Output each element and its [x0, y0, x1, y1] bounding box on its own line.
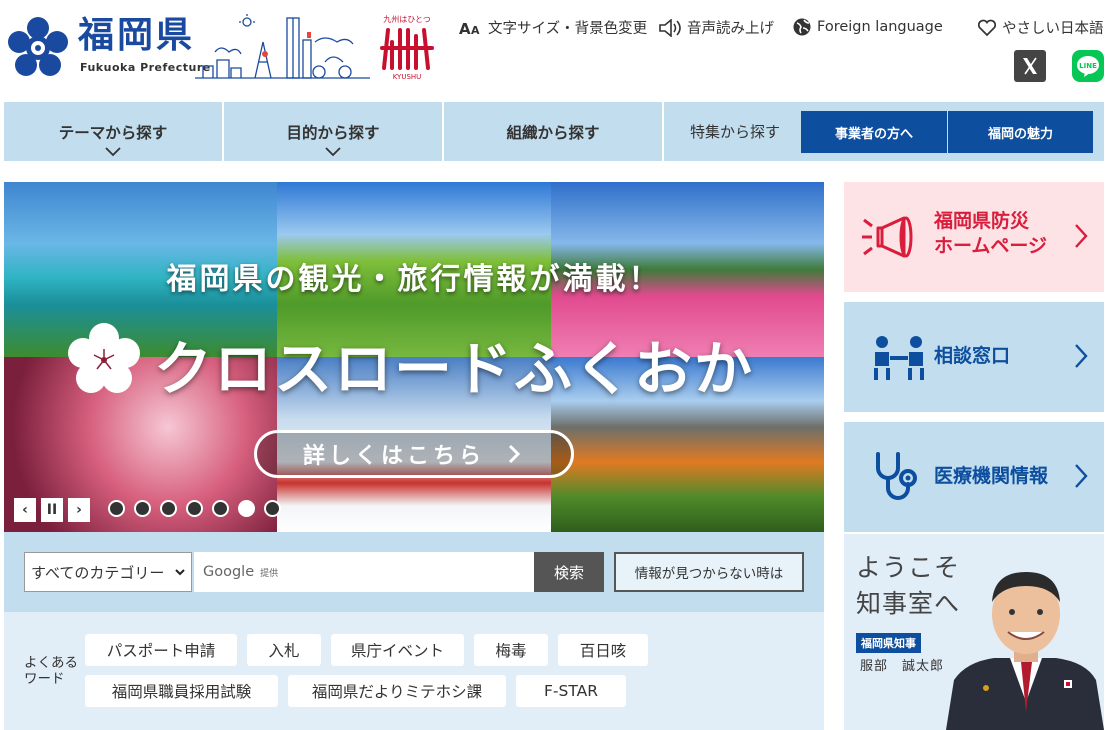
font-size-icon: AA	[459, 20, 480, 37]
carousel-dot[interactable]	[108, 500, 125, 517]
keyword-chip[interactable]: 梅毒	[474, 634, 548, 666]
site-header: 福岡県 Fukuoka Prefecture 九州はひとつ KYUSHU A A…	[0, 0, 1107, 100]
font-size-label: 文字サイズ・背景色変更	[488, 21, 648, 37]
governor-portrait	[946, 572, 1104, 730]
chevron-down-icon	[175, 569, 185, 576]
search-band: すべてのカテゴリー Google 提供 検索 情報が見つからない時は	[4, 532, 824, 612]
chevron-right-icon	[508, 444, 521, 464]
disaster-label-line1: 福岡県防災	[934, 210, 1030, 232]
governor-welcome-line1: ようこそ	[856, 553, 961, 582]
stethoscope-icon	[876, 452, 917, 500]
governor-welcome: ようこそ 知事室へ	[856, 550, 960, 622]
city-illustration-icon	[195, 14, 370, 79]
medical-info-card[interactable]: 医療機関情報	[844, 422, 1104, 532]
hero-detail-button[interactable]: 詳しくはこちら	[254, 430, 574, 478]
foreign-language-link[interactable]: Foreign language	[792, 17, 943, 37]
keyword-chip[interactable]: 入札	[247, 634, 321, 666]
nav-organization-label: 組織から探す	[506, 123, 600, 142]
globe-icon	[793, 18, 811, 36]
medical-info-label: 医療機関情報	[934, 465, 1049, 487]
search-placeholder-suffix: 提供	[260, 568, 279, 579]
speech-link[interactable]: 音声読み上げ	[658, 17, 774, 38]
x-button[interactable]	[1014, 50, 1046, 82]
not-found-button[interactable]: 情報が見つからない時は	[614, 552, 804, 592]
svg-text:九州はひとつ: 九州はひとつ	[383, 15, 430, 24]
keyword-chip[interactable]: 県庁イベント	[331, 634, 464, 666]
easy-japanese-link[interactable]: やさしい日本語	[977, 17, 1104, 38]
governor-office-card[interactable]: ようこそ 知事室へ 福岡県知事 服部 誠太郎	[844, 534, 1104, 730]
nav-divider	[662, 102, 664, 161]
governor-badge: 福岡県知事	[856, 633, 921, 653]
svg-text:LINE: LINE	[1079, 62, 1097, 70]
governor-name: 服部 誠太郎	[860, 659, 945, 674]
carousel-dot[interactable]	[238, 500, 255, 517]
chevron-right-icon	[1075, 344, 1088, 368]
line-button[interactable]: LINE	[1072, 50, 1104, 82]
category-select[interactable]: すべてのカテゴリー	[24, 552, 192, 592]
carousel-dot[interactable]	[264, 500, 281, 517]
nav-organization[interactable]: 組織から探す	[444, 102, 662, 161]
heart-icon	[977, 19, 997, 36]
hero-name: クロスロードふくおか	[154, 335, 755, 403]
search-input[interactable]: Google 提供	[194, 552, 534, 592]
disaster-prevention-label: 福岡県防災 ホームページ	[934, 209, 1047, 259]
chevron-right-icon	[1075, 464, 1088, 488]
keyword-chip[interactable]: 百日咳	[558, 634, 648, 666]
chevron-down-icon	[105, 147, 121, 157]
disaster-label-line2: ホームページ	[934, 235, 1048, 257]
svg-text:A: A	[459, 20, 471, 37]
carousel-pause-button[interactable]: II	[41, 498, 63, 522]
speaker-icon	[659, 18, 681, 37]
fukuoka-appeal-button[interactable]: 福岡の魅力	[948, 111, 1093, 153]
prefecture-logo-icon[interactable]	[6, 16, 70, 80]
svg-text:A: A	[471, 24, 480, 37]
consultation-card[interactable]: 相談窓口	[844, 302, 1104, 412]
nav-theme-label: テーマから探す	[58, 123, 168, 142]
kyushu-logo-icon[interactable]: 九州はひとつ KYUSHU	[378, 12, 436, 82]
keyword-label: よくあるワード	[24, 655, 78, 687]
keyword-band: よくあるワード パスポート申請 入札 県庁イベント 梅毒 百日咳 福岡県職員採用…	[4, 612, 824, 730]
governor-welcome-line2: 知事室へ	[856, 589, 961, 618]
megaphone-icon	[862, 216, 913, 258]
hero-cta-label: 詳しくはこちら	[302, 444, 485, 469]
search-button[interactable]: 検索	[534, 552, 604, 592]
disaster-prevention-card[interactable]: 福岡県防災 ホームページ	[844, 182, 1104, 292]
carousel-dot[interactable]	[134, 500, 151, 517]
hero-carousel[interactable]: 福岡県の観光・旅行情報が満載！ クロスロードふくおか 詳しくはこちら ‹ II …	[4, 182, 824, 532]
consultation-icon	[874, 336, 924, 380]
line-icon: LINE	[1077, 56, 1099, 77]
easy-japanese-label: やさしい日本語	[1002, 21, 1104, 37]
nav-feature-label: 特集から探す	[689, 123, 780, 141]
chevron-right-icon	[1075, 224, 1088, 248]
speech-label: 音声読み上げ	[687, 21, 774, 37]
nav-theme[interactable]: テーマから探す	[4, 102, 222, 161]
business-button[interactable]: 事業者の方へ	[801, 111, 947, 153]
global-nav: テーマから探す 目的から探す 組織から探す 特集から探す 事業者の方へ 福岡の魅…	[4, 102, 1104, 161]
foreign-language-label: Foreign language	[817, 19, 943, 35]
nav-purpose[interactable]: 目的から探す	[224, 102, 442, 161]
keyword-chip[interactable]: パスポート申請	[85, 634, 237, 666]
chevron-down-icon	[325, 147, 341, 157]
font-size-link[interactable]: AA 文字サイズ・背景色変更	[459, 17, 647, 38]
hero-title: 福岡県の観光・旅行情報が満載！	[166, 262, 662, 297]
logo-roman[interactable]: Fukuoka Prefecture	[80, 61, 211, 74]
keyword-chip[interactable]: 福岡県だよりミテホシ課	[288, 675, 506, 707]
keyword-chip[interactable]: F-STAR	[516, 675, 626, 707]
x-icon	[1023, 57, 1037, 75]
carousel-dot[interactable]	[212, 500, 229, 517]
logo-kanji[interactable]: 福岡県	[78, 16, 195, 56]
carousel-next-button[interactable]: ›	[68, 498, 90, 522]
nav-purpose-label: 目的から探す	[286, 123, 380, 142]
category-select-value: すべてのカテゴリー	[31, 563, 165, 582]
svg-text:KYUSHU: KYUSHU	[393, 73, 422, 81]
plum-blossom-icon	[68, 323, 140, 393]
carousel-dot[interactable]	[160, 500, 177, 517]
carousel-dot[interactable]	[186, 500, 203, 517]
consultation-label: 相談窓口	[934, 345, 1011, 367]
carousel-prev-button[interactable]: ‹	[14, 498, 36, 522]
search-placeholder-brand: Google	[203, 564, 255, 580]
keyword-chip[interactable]: 福岡県職員採用試験	[85, 675, 278, 707]
